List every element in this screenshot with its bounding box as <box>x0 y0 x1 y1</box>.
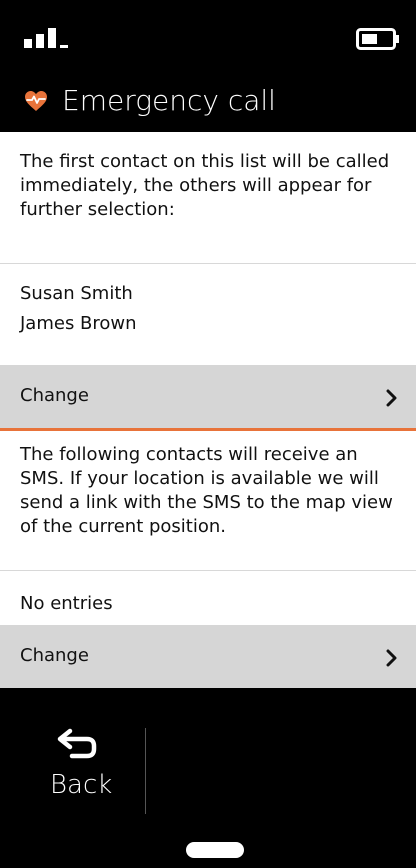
header: Emergency call <box>0 72 416 132</box>
sms-no-entries-label: No entries <box>20 593 113 614</box>
chevron-right-icon <box>386 389 397 407</box>
change-label: Change <box>20 385 89 406</box>
change-sms-contacts-button[interactable]: Change <box>0 625 416 688</box>
chevron-right-icon <box>386 649 397 667</box>
call-contact-1: Susan Smith <box>20 283 133 304</box>
sms-section-description: The following contacts will receive an S… <box>20 444 393 537</box>
back-label: Back <box>50 770 113 800</box>
divider <box>145 728 146 814</box>
status-bar <box>0 0 416 72</box>
change-label: Change <box>20 645 89 666</box>
back-arrow-icon <box>57 728 97 759</box>
emergency-call-screen: Emergency call The first contact on this… <box>0 0 416 868</box>
call-contact-2: James Brown <box>20 313 137 334</box>
bottom-bar: Back <box>0 688 416 868</box>
section-divider <box>0 428 416 431</box>
signal-strength-icon <box>24 28 68 48</box>
change-call-contacts-button[interactable]: Change <box>0 365 416 428</box>
home-indicator[interactable] <box>186 842 244 858</box>
content-area: The first contact on this list will be c… <box>0 132 416 688</box>
page-title: Emergency call <box>62 84 276 117</box>
call-section-description: The first contact on this list will be c… <box>20 151 390 220</box>
battery-icon <box>356 28 399 50</box>
back-button[interactable]: Back <box>0 688 144 828</box>
divider <box>0 570 416 571</box>
heart-pulse-icon <box>25 91 47 111</box>
divider <box>0 263 416 264</box>
